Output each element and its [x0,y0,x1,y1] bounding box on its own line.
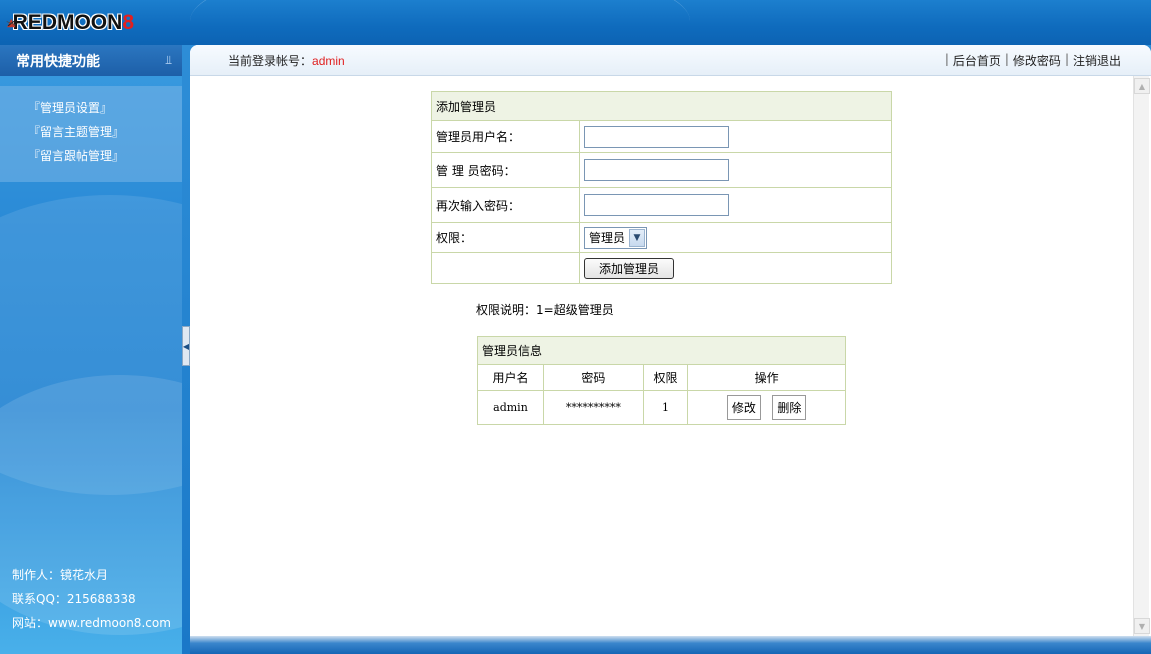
scroll-down-icon[interactable]: ▼ [1134,618,1150,634]
sidebar-title: 常用快捷功能 [16,53,100,70]
column-header: 操作 [687,364,846,391]
cell-password: ********** [542,390,644,425]
cell-username: admin [477,390,544,425]
bottom-bar [190,636,1151,654]
permission-label: 权限： [431,222,580,253]
author-text: 制作人：镜花水月 [12,568,109,582]
confirm-password-label: 再次输入密码： [431,187,580,223]
sidebar-item-topic-management[interactable]: 『留言主题管理』 [0,122,182,146]
sidebar-header[interactable]: 常用快捷功能 ⫫ [0,45,182,76]
form-title: 添加管理员 [431,91,892,121]
login-label: 当前登录帐号： [228,53,313,68]
chevron-down-icon[interactable]: ⫫ [165,53,172,68]
logo: REDMOON8 [6,4,134,42]
link-admin-home[interactable]: 后台首页 [953,52,1001,69]
sidebar-menu: 『管理员设置』 『留言主题管理』 『留言跟帖管理』 [0,86,182,182]
vertical-scrollbar[interactable]: ▲ ▼ [1133,76,1150,636]
permission-select[interactable]: 管理员 ▼ [584,226,648,249]
add-admin-button[interactable]: 添加管理员 [584,257,675,279]
cell-permission: 1 [642,390,689,425]
admin-info-table: 管理员信息 用户名 密码 权限 操作 admin ********** 1 修改… [477,336,846,425]
password-input[interactable] [584,159,729,181]
sidebar-collapse-handle[interactable]: ◀ [182,326,190,366]
column-header: 权限 [642,364,689,391]
main-header: 当前登录帐号：admin | 后台首页 | 修改密码 | 注销退出 [190,45,1151,76]
qq-text: 联系QQ：215688338 [12,592,136,606]
sidebar: 常用快捷功能 ⫫ 『管理员设置』 『留言主题管理』 『留言跟帖管理』 制作人：镜… [0,45,182,654]
confirm-password-input[interactable] [584,194,729,216]
top-links: | 后台首页 | 修改密码 | 注销退出 [944,51,1121,69]
login-info: 当前登录帐号：admin [228,52,345,69]
username-label: 管理员用户名： [431,120,580,153]
login-user: admin [312,53,345,68]
logo-icon [6,18,17,28]
cell-actions: 修改 删除 [687,390,846,425]
sidebar-item-reply-management[interactable]: 『留言跟帖管理』 [0,146,182,170]
delete-button[interactable]: 删除 [772,395,807,420]
sidebar-footer: 制作人：镜花水月 联系QQ：215688338 网站：www.redmoon8.… [12,565,171,637]
column-header: 用户名 [477,364,544,391]
add-admin-form: 添加管理员 管理员用户名： 管 理 员密码： 再次输入密码： 权限： 管理员 ▼ [431,91,892,284]
column-header: 密码 [542,364,644,391]
scroll-up-icon[interactable]: ▲ [1134,78,1150,94]
chevron-down-icon[interactable]: ▼ [629,228,646,247]
permission-note: 权限说明：1=超级管理员 [476,303,614,317]
permission-select-value: 管理员 [589,231,626,245]
top-banner: REDMOON8 [0,0,1151,45]
link-logout[interactable]: 注销退出 [1073,52,1121,69]
collapse-arrow-icon: ◀ [182,341,190,351]
password-label: 管 理 员密码： [431,152,580,188]
sidebar-item-admin-settings[interactable]: 『管理员设置』 [0,98,182,122]
website-text: 网站：www.redmoon8.com [12,616,171,630]
edit-button[interactable]: 修改 [726,395,761,420]
admin-table-title: 管理员信息 [477,336,846,365]
logo-text: REDMOON8 [12,11,134,34]
main-panel: 当前登录帐号：admin | 后台首页 | 修改密码 | 注销退出 添加管理员 … [190,45,1151,636]
link-change-password[interactable]: 修改密码 [1013,52,1061,69]
table-row: admin ********** 1 修改 删除 [477,390,846,425]
username-input[interactable] [584,125,729,148]
